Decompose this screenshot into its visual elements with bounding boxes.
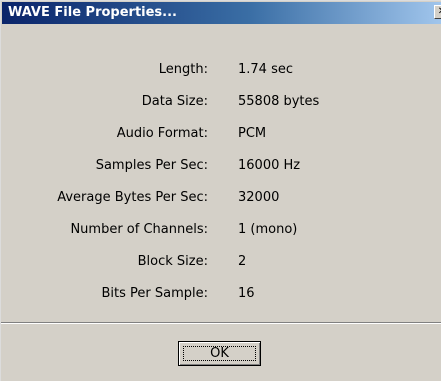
property-value: PCM [238,126,267,141]
property-value: 16000 Hz [238,158,301,173]
ok-button-label: OK [183,346,256,361]
property-value: 55808 bytes [238,94,320,109]
property-row-audio-format: Audio Format: PCM [1,125,441,143]
property-row-average-bytes-per-sec: Average Bytes Per Sec: 32000 [1,189,441,207]
properties-dialog: WAVE File Properties... ✕ Length: 1.74 s… [0,0,441,381]
property-value: 1.74 sec [238,62,293,77]
property-label: Data Size: [141,94,208,109]
property-row-block-size: Block Size: 2 [1,253,441,271]
property-row-data-size: Data Size: 55808 bytes [1,93,441,111]
window-title: WAVE File Properties... [8,5,177,20]
property-label: Audio Format: [116,126,208,141]
ok-button[interactable]: OK [178,341,261,366]
close-icon[interactable]: ✕ [434,5,441,19]
property-value: 1 (mono) [238,222,298,237]
property-value: 32000 [238,190,280,205]
property-row-number-of-channels: Number of Channels: 1 (mono) [1,221,441,239]
property-row-length: Length: 1.74 sec [1,61,441,79]
property-label: Bits Per Sample: [101,286,208,301]
property-row-samples-per-sec: Samples Per Sec: 16000 Hz [1,157,441,175]
title-bar[interactable]: WAVE File Properties... ✕ [2,2,441,24]
property-label: Block Size: [137,254,208,269]
property-row-bits-per-sample: Bits Per Sample: 16 [1,285,441,303]
property-label: Samples Per Sec: [95,158,208,173]
property-label: Average Bytes Per Sec: [57,190,208,205]
divider [1,322,441,324]
property-value: 16 [238,286,255,301]
property-label: Length: [158,62,208,77]
property-value: 2 [238,254,247,269]
property-label: Number of Channels: [70,222,208,237]
